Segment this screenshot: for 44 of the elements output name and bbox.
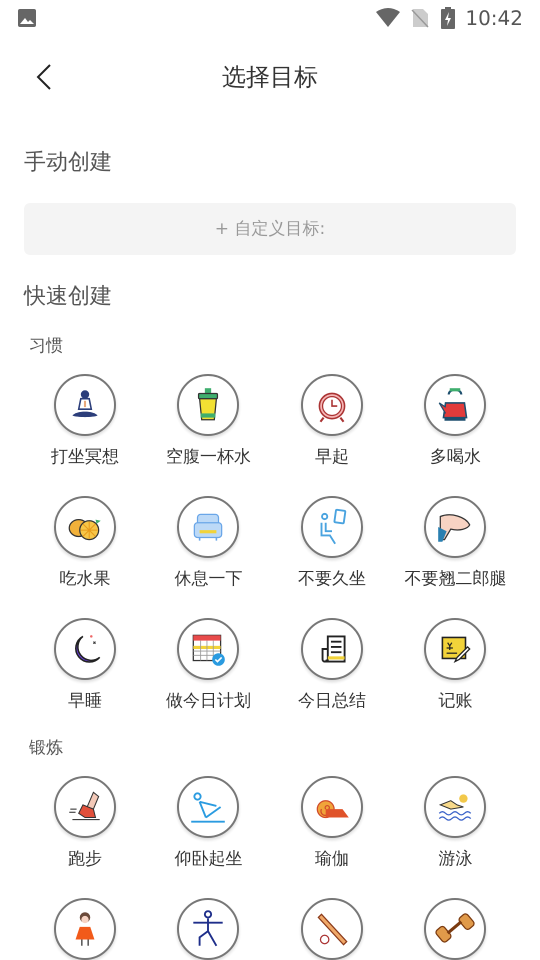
goal-label: 跑步 <box>68 848 102 870</box>
goal-label: 不要久坐 <box>298 568 366 590</box>
goal-option[interactable]: 瑜伽 <box>270 776 394 870</box>
section-heading: 手动创建 <box>24 149 113 177</box>
goal-label: 今日总结 <box>298 690 366 712</box>
goal-option[interactable]: 记账 <box>394 618 517 712</box>
back-icon <box>36 64 52 90</box>
custom-goal-field[interactable]: + 自定义目标: <box>24 203 516 255</box>
goal-label: 打坐冥想 <box>50 446 119 468</box>
goal-label: 瑜伽 <box>314 848 349 870</box>
goal-label: 仰卧起坐 <box>174 848 242 870</box>
goal-label: 休息一下 <box>174 568 242 590</box>
no-sim-icon <box>411 8 430 28</box>
goal-label: 吃水果 <box>59 568 110 590</box>
goal-option[interactable]: 打坐冥想 <box>23 374 146 468</box>
section-heading: 快速创建 <box>24 283 113 311</box>
category-label: 锻炼 <box>29 737 64 760</box>
goal-option[interactable]: 不要翘二郎腿 <box>394 496 517 590</box>
goal-option[interactable]: 多喝水 <box>394 374 517 468</box>
goal-label: 早起 <box>314 446 349 468</box>
clock-time: 10:42 <box>465 4 523 32</box>
goal-option[interactable]: 空腹一杯水 <box>146 374 270 468</box>
goal-option[interactable]: 休息一下 <box>146 496 270 590</box>
wifi-icon <box>375 8 402 28</box>
goal-label: 空腹一杯水 <box>166 446 251 468</box>
goal-option[interactable]: 做今日计划 <box>146 618 270 712</box>
goal-option[interactable]: 仰卧起坐 <box>146 776 270 870</box>
goal-label: 记账 <box>438 690 472 712</box>
goal-option[interactable]: 今日总结 <box>270 618 394 712</box>
goal-option[interactable]: 不要久坐 <box>270 496 394 590</box>
page-title: 选择目标 <box>222 62 318 94</box>
goal-label: 不要翘二郎腿 <box>404 568 506 590</box>
goal-option[interactable]: 吃水果 <box>23 496 146 590</box>
goal-option[interactable]: 跑步 <box>23 776 146 870</box>
goal-label: 游泳 <box>438 848 472 870</box>
battery-charging-icon <box>441 6 456 29</box>
goal-label: 早睡 <box>68 690 102 712</box>
image-icon <box>17 8 37 28</box>
goal-label: 多喝水 <box>430 446 481 468</box>
category-label: 习惯 <box>29 335 64 358</box>
goal-label: 做今日计划 <box>166 690 251 712</box>
goal-option[interactable]: 早睡 <box>23 618 146 712</box>
goal-option[interactable]: 早起 <box>270 374 394 468</box>
goal-option[interactable]: 游泳 <box>394 776 517 870</box>
